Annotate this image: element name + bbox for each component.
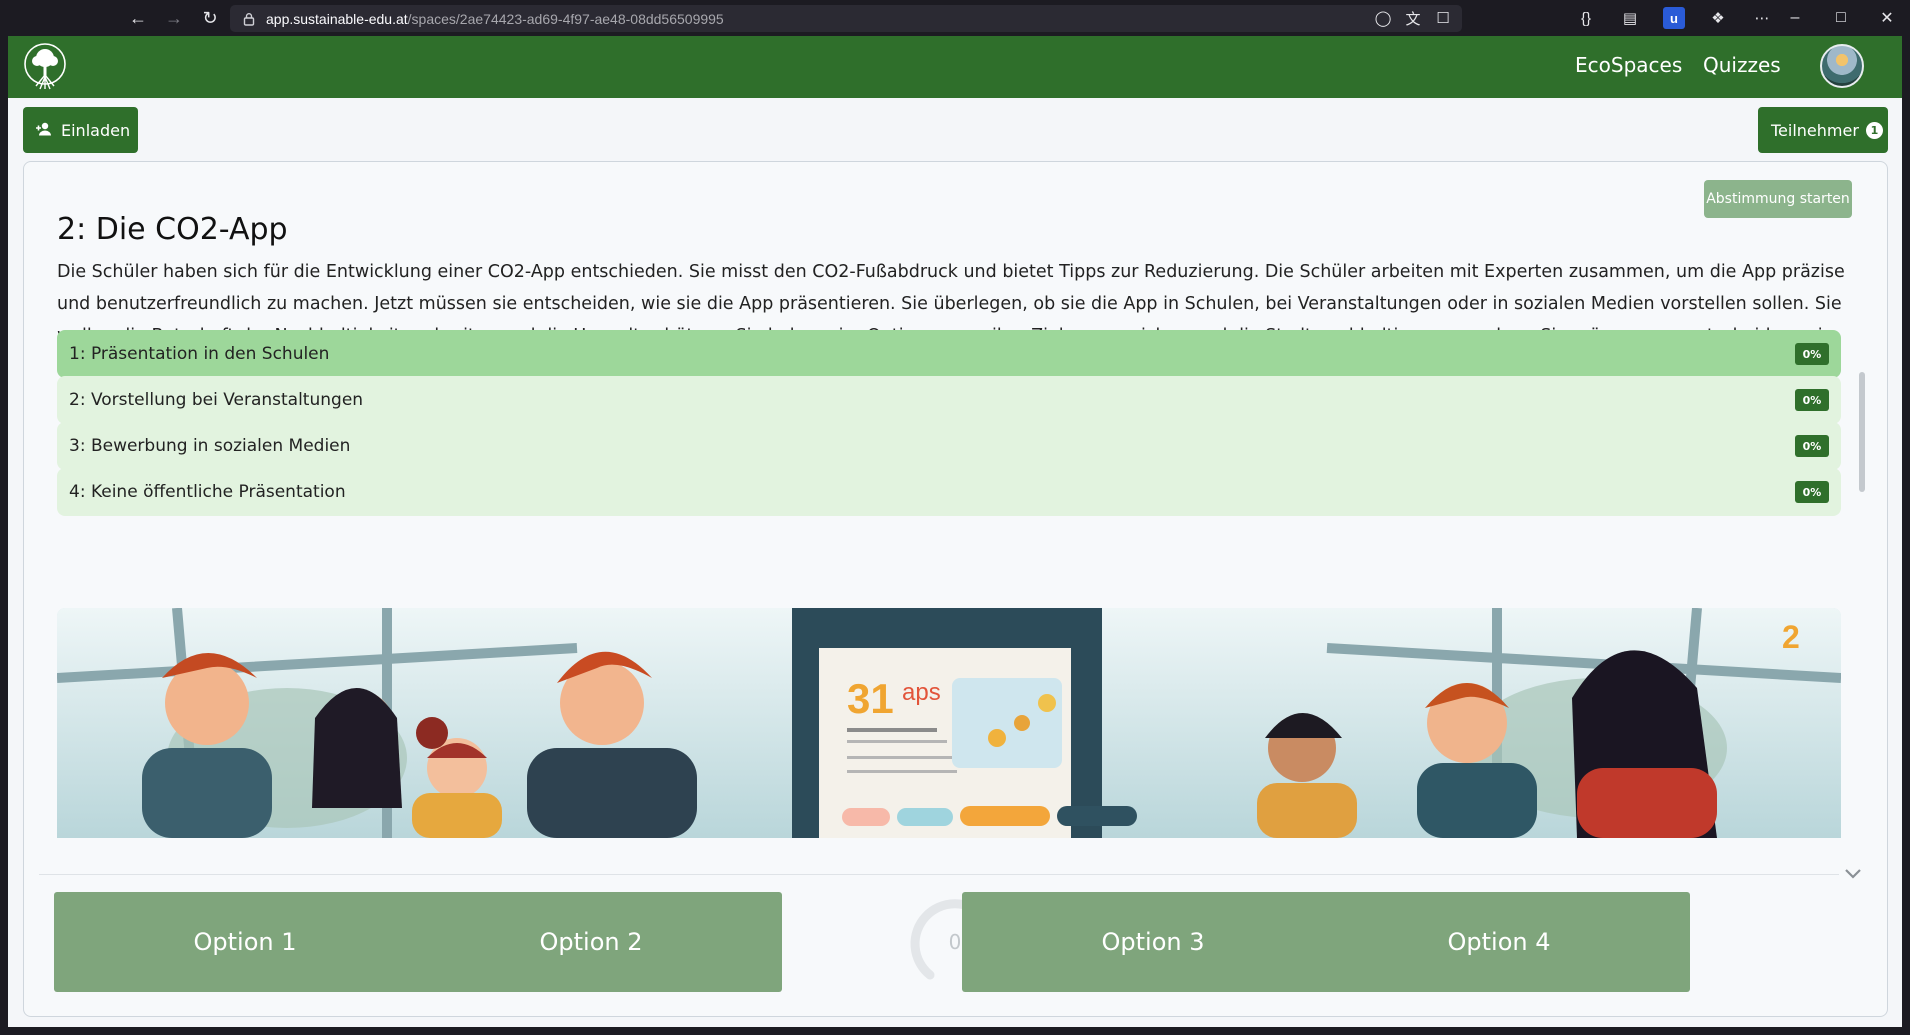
address-bar[interactable]: app.sustainable-edu.at/spaces/2ae74423-a… xyxy=(230,5,1462,32)
invite-label: Einladen xyxy=(61,120,131,140)
corner-number: 2 xyxy=(1782,619,1800,655)
back-arrow-icon[interactable]: ← xyxy=(124,6,152,30)
url-host: app.sustainable-edu.at xyxy=(266,10,408,27)
option-row-4[interactable]: 4: Keine öffentliche Präsentation 0% xyxy=(57,468,1841,516)
maximize-icon[interactable]: □ xyxy=(1826,6,1856,30)
option-row-2[interactable]: 2: Vorstellung bei Veranstaltungen 0% xyxy=(57,376,1841,424)
participants-count-badge: 1 xyxy=(1865,121,1883,139)
tree-logo-icon[interactable] xyxy=(22,42,68,92)
minimize-icon[interactable]: – xyxy=(1780,6,1810,30)
lock-icon xyxy=(242,12,256,26)
screen-word: aps xyxy=(902,679,941,706)
translate-icon[interactable]: 文 xyxy=(1404,9,1422,28)
percent-badge: 0% xyxy=(1795,389,1829,411)
start-vote-button[interactable]: Abstimmung starten xyxy=(1704,180,1852,218)
nav-ecospaces[interactable]: EcoSpaces xyxy=(1575,53,1682,77)
url-path: /spaces/2ae74423-ad69-4f97-ae48-08dd5650… xyxy=(407,10,724,27)
scenario-illustration: 31 aps 2 xyxy=(57,608,1841,838)
vote-option-1-button[interactable]: Option 1 xyxy=(54,892,436,992)
option-label: 3: Bewerbung in sozialen Medien xyxy=(69,436,351,456)
devtools-icon[interactable]: {} xyxy=(1575,7,1597,29)
option-row-3[interactable]: 3: Bewerbung in sozialen Medien 0% xyxy=(57,422,1841,470)
browser-chrome: ← → ↻ app.sustainable-edu.at/spaces/2ae7… xyxy=(0,0,1910,36)
nav-quizzes[interactable]: Quizzes xyxy=(1703,53,1781,77)
screen-number: 31 xyxy=(847,675,894,722)
scrollbar[interactable] xyxy=(1859,372,1865,492)
percent-badge: 0% xyxy=(1795,435,1829,457)
scenario-card: Abstimmung starten 2: Die CO2-App Die Sc… xyxy=(23,161,1888,1017)
scenario-title: 2: Die CO2-App xyxy=(57,212,288,247)
vote-option-2-button[interactable]: Option 2 xyxy=(400,892,782,992)
participants-button[interactable]: Teilnehmer 1 xyxy=(1758,107,1888,153)
percent-badge: 0% xyxy=(1795,481,1829,503)
app-viewport: EcoSpaces Quizzes Einladen Teilnehmer 1 … xyxy=(8,36,1902,1027)
scenario-scroll-area[interactable]: Abstimmung starten 2: Die CO2-App Die Sc… xyxy=(24,162,1864,862)
reload-icon[interactable]: ↻ xyxy=(196,6,224,30)
option-label: 2: Vorstellung bei Veranstaltungen xyxy=(69,390,364,410)
vote-option-3-button[interactable]: Option 3 xyxy=(962,892,1344,992)
ublock-icon[interactable]: u xyxy=(1663,7,1685,29)
divider xyxy=(39,874,1839,875)
shield-icon[interactable]: ◯ xyxy=(1374,9,1392,27)
close-icon[interactable]: ✕ xyxy=(1872,6,1902,30)
add-user-icon xyxy=(35,121,53,140)
invite-button[interactable]: Einladen xyxy=(23,107,138,153)
more-menu-icon[interactable]: ⋯ xyxy=(1751,7,1773,29)
vote-option-4-button[interactable]: Option 4 xyxy=(1308,892,1690,992)
option-label: 1: Präsentation in den Schulen xyxy=(69,344,330,364)
chevron-down-icon[interactable] xyxy=(1841,862,1865,886)
forward-arrow-icon[interactable]: → xyxy=(160,6,188,30)
page-icon[interactable]: ▤ xyxy=(1619,7,1641,29)
option-label: 4: Keine öffentliche Präsentation xyxy=(69,482,346,502)
percent-badge: 0% xyxy=(1795,343,1829,365)
extensions-icon[interactable]: ❖ xyxy=(1707,7,1729,29)
bookmark-icon[interactable]: ☐ xyxy=(1434,9,1452,27)
avatar[interactable] xyxy=(1820,44,1864,88)
participants-label: Teilnehmer xyxy=(1771,120,1859,140)
top-navbar: EcoSpaces Quizzes xyxy=(8,36,1902,98)
option-row-1[interactable]: 1: Präsentation in den Schulen 0% xyxy=(57,330,1841,378)
